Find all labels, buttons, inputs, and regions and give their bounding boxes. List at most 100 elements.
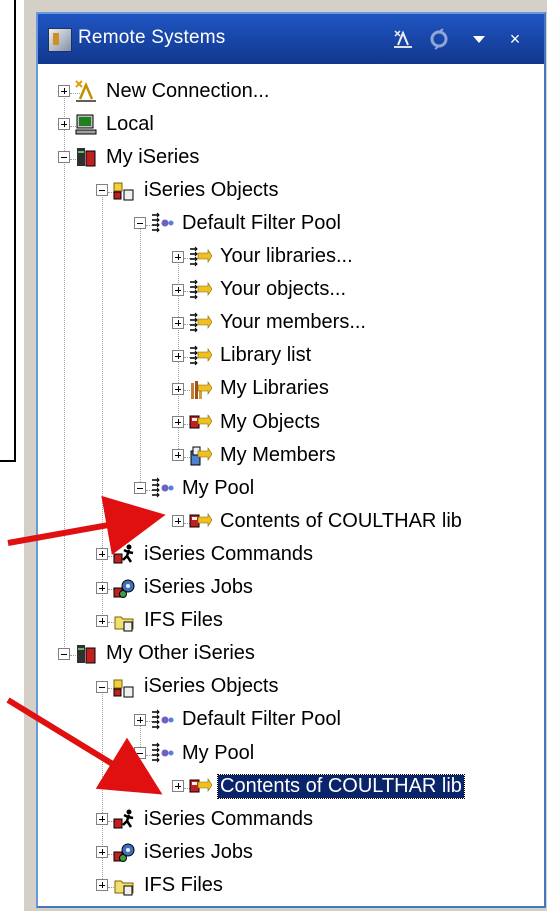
tree-item[interactable]: iSeries Jobs xyxy=(96,837,255,867)
iseries-commands-icon xyxy=(112,542,136,566)
tree-item[interactable]: My iSeries xyxy=(58,142,201,172)
expand-icon[interactable] xyxy=(172,283,184,296)
expand-icon[interactable] xyxy=(172,250,184,263)
close-view-button[interactable]: × xyxy=(502,26,528,52)
filter-icon xyxy=(188,278,213,302)
expand-icon[interactable] xyxy=(172,382,184,395)
refresh-toolbar-button[interactable] xyxy=(426,26,452,52)
expand-icon[interactable] xyxy=(96,548,108,561)
left-window-edge xyxy=(0,0,16,462)
tree-item-label: My Members xyxy=(220,443,336,466)
tree-item-label: IFS Files xyxy=(144,609,223,632)
expand-icon[interactable] xyxy=(96,614,108,627)
expand-icon[interactable] xyxy=(172,349,184,362)
expand-icon[interactable] xyxy=(172,316,184,329)
tree-item[interactable]: My Members xyxy=(172,440,338,470)
tree-item-label: Contents of COULTHAR lib xyxy=(220,509,462,532)
expand-icon[interactable] xyxy=(172,416,184,428)
expand-icon[interactable] xyxy=(58,118,70,131)
new-connection-toolbar-button[interactable] xyxy=(390,26,416,52)
tree-item-label: Default Filter Pool xyxy=(182,708,341,731)
view-frame: Remote Systems × New Connection... Local… xyxy=(36,12,546,908)
tree-item[interactable]: My Objects xyxy=(172,407,322,437)
tree-item-label: Your members... xyxy=(220,311,366,334)
collapse-icon[interactable] xyxy=(96,184,108,197)
tree-item[interactable]: New Connection... xyxy=(58,76,271,106)
tree-item[interactable]: iSeries Commands xyxy=(96,804,315,834)
new-connection-icon xyxy=(74,79,98,103)
tree-item[interactable]: Your members... xyxy=(172,308,368,338)
collapse-icon[interactable] xyxy=(134,747,146,759)
new-connection-icon xyxy=(394,30,412,48)
tree-item-label: My Other iSeries xyxy=(106,642,255,665)
tree-item[interactable]: iSeries Commands xyxy=(96,539,315,569)
expand-icon[interactable] xyxy=(172,515,184,528)
remote-systems-view-icon xyxy=(48,28,72,52)
tree-item-label: New Connection... xyxy=(106,79,270,102)
expand-icon[interactable] xyxy=(58,85,70,97)
remote-systems-tree[interactable]: New Connection... Local My iSeries iSeries … xyxy=(38,64,544,906)
tree-item-label: iSeries Jobs xyxy=(144,576,253,598)
filter-icon xyxy=(188,344,213,368)
collapse-icon[interactable] xyxy=(134,217,146,230)
object-filter-icon xyxy=(188,774,213,798)
view-menu-icon xyxy=(473,36,485,43)
tree-item-label: Local xyxy=(106,112,154,135)
tree-item[interactable]: My Pool xyxy=(134,473,256,503)
tree-item-label: Library list xyxy=(220,344,312,367)
expand-icon[interactable] xyxy=(172,449,184,462)
view-menu-button[interactable] xyxy=(466,26,492,52)
iseries-objects-icon xyxy=(112,178,136,202)
view-title: Remote Systems xyxy=(78,27,226,48)
tree-item-label: Your objects... xyxy=(220,278,347,301)
tree-item[interactable]: Your objects... xyxy=(172,275,348,305)
tree-item-label: iSeries Jobs xyxy=(144,840,253,863)
tree-item-label: iSeries Objects xyxy=(144,178,279,201)
collapse-icon[interactable] xyxy=(96,680,108,693)
tree-item[interactable]: IFS Files xyxy=(96,870,225,900)
expand-icon[interactable] xyxy=(96,846,108,859)
expand-icon[interactable] xyxy=(172,780,184,793)
expand-icon[interactable] xyxy=(96,581,108,594)
filter-icon xyxy=(188,245,213,269)
link-refresh-icon xyxy=(430,28,448,50)
tree-item[interactable]: Your libraries... xyxy=(172,242,355,272)
expand-icon[interactable] xyxy=(96,879,108,892)
filter-icon xyxy=(188,311,213,335)
collapse-icon[interactable] xyxy=(134,482,146,495)
tree-guide-line xyxy=(140,224,141,490)
tree-item[interactable]: iSeries Objects xyxy=(96,175,281,205)
filter-pool-icon xyxy=(150,708,174,732)
expand-icon[interactable] xyxy=(134,713,146,726)
tree-item[interactable]: iSeries Jobs xyxy=(96,573,255,603)
view-title-bar[interactable]: Remote Systems × xyxy=(38,14,544,64)
filter-pool-icon xyxy=(150,476,174,500)
tree-item[interactable]: Library list xyxy=(172,341,313,371)
collapse-icon[interactable] xyxy=(58,647,70,660)
library-filter-icon xyxy=(188,377,213,401)
close-icon: × xyxy=(509,28,521,49)
tree-item[interactable]: Local xyxy=(58,109,156,139)
iseries-commands-icon xyxy=(112,807,136,831)
expand-icon[interactable] xyxy=(96,813,108,826)
tree-item[interactable]: iSeries Objects xyxy=(96,672,281,702)
tree-item[interactable]: My Other iSeries xyxy=(58,639,257,669)
tree-item-label: iSeries Objects xyxy=(144,675,279,698)
tree-item[interactable]: My Pool xyxy=(134,738,256,768)
tree-item-label: My iSeries xyxy=(106,145,200,168)
tree-item[interactable]: Default Filter Pool xyxy=(134,208,343,238)
tree-item[interactable]: My Libraries xyxy=(172,374,331,404)
member-filter-icon xyxy=(188,443,213,467)
tree-guide-line xyxy=(64,158,65,656)
ifs-files-icon xyxy=(112,873,136,897)
tree-item-label: iSeries Commands xyxy=(144,542,313,565)
tree-item-label: Contents of COULTHAR lib xyxy=(217,773,465,799)
tree-item[interactable]: IFS Files xyxy=(96,606,225,636)
iseries-jobs-icon xyxy=(112,576,136,600)
tree-item-label: My Pool xyxy=(182,741,255,764)
tree-item-label: My Objects xyxy=(220,410,321,433)
tree-item[interactable]: Contents of COULTHAR lib xyxy=(172,771,465,801)
tree-item[interactable]: Default Filter Pool xyxy=(134,705,343,735)
tree-item[interactable]: Contents of COULTHAR lib xyxy=(172,506,464,536)
collapse-icon[interactable] xyxy=(58,151,70,164)
